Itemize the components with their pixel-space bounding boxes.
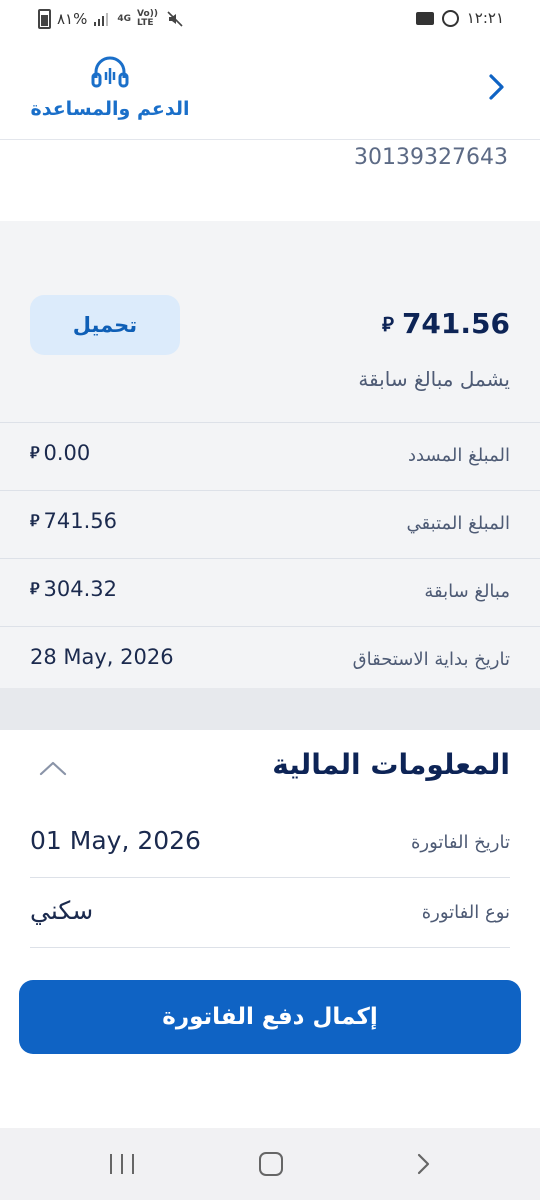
call-icon [441,9,459,27]
financial-info-section: المعلومات المالية تاريخ الفاتورة 01 May,… [0,730,540,1128]
summary-value: ⃁ 304.32 [30,577,117,601]
riyal-currency-icon: ⃁ [30,511,40,530]
back-icon[interactable] [412,1152,434,1176]
bill-summary: ⃁ 741.56 تحميل يشمل مبالغ سابقة المبلغ ا… [0,221,540,688]
summary-amount: 0.00 [43,441,91,465]
support-label: الدعم والمساعدة [30,98,190,120]
summary-row-remaining: المبلغ المتبقي ⃁ 741.56 [0,490,540,558]
info-value: سكني [30,896,94,925]
info-row-invoice-type: نوع الفاتورة سكني [30,878,510,948]
summary-row-due-date: تاريخ بداية الاستحقاق 28 May, 2026 [0,626,540,694]
info-label: نوع الفاتورة [421,902,510,923]
mute-icon [167,11,183,27]
headset-icon [91,56,129,88]
app-header: الدعم والمساعدة [0,38,540,140]
chevron-right-icon[interactable] [482,72,512,102]
download-button[interactable]: تحميل [30,295,180,355]
recent-apps-icon[interactable] [110,1154,134,1174]
reference-section: 30139327643 [0,141,540,221]
summary-label: مبالغ سابقة [424,581,510,602]
status-bar: ٨١% 4G Vo)) LTE ١٢:٢١ [0,0,540,38]
info-value: 01 May, 2026 [30,826,201,855]
section-divider [0,688,540,730]
summary-value: ⃁ 0.00 [30,441,90,465]
summary-row-paid: المبلغ المسدد ⃁ 0.00 [0,422,540,490]
info-label: تاريخ الفاتورة [410,832,510,853]
chevron-up-icon[interactable] [38,758,68,778]
summary-label: المبلغ المسدد [408,445,510,466]
battery-icon [38,9,51,29]
battery-level: ٨١% [57,10,88,28]
summary-amount: 741.56 [43,509,117,533]
home-icon[interactable] [259,1152,283,1176]
total-amount-value: 741.56 [401,307,510,340]
summary-value: ⃁ 741.56 [30,509,117,533]
summary-amount: 304.32 [43,577,117,601]
includes-previous-note: يشمل مبالغ سابقة [358,367,510,391]
riyal-currency-icon: ⃁ [30,443,40,462]
riyal-currency-icon: ⃁ [382,311,394,336]
info-row-invoice-date: تاريخ الفاتورة 01 May, 2026 [30,808,510,878]
riyal-currency-icon: ⃁ [30,579,40,598]
summary-label: المبلغ المتبقي [406,513,510,534]
network-type: 4G [117,13,132,24]
summary-label: تاريخ بداية الاستحقاق [352,649,510,670]
section-title: المعلومات المالية [272,748,510,781]
volte-indicator: Vo)) LTE [137,9,158,28]
summary-value: 28 May, 2026 [30,645,174,669]
complete-payment-button[interactable]: إكمال دفع الفاتورة [19,980,521,1054]
system-nav-bar [0,1128,540,1200]
reference-number: 30139327643 [354,145,508,170]
clock: ١٢:٢١ [466,9,504,27]
signal-icon [94,13,109,26]
folder-icon [415,11,434,25]
total-amount: ⃁ 741.56 [382,307,510,340]
support-link[interactable]: الدعم والمساعدة [30,54,190,120]
summary-row-previous: مبالغ سابقة ⃁ 304.32 [0,558,540,626]
